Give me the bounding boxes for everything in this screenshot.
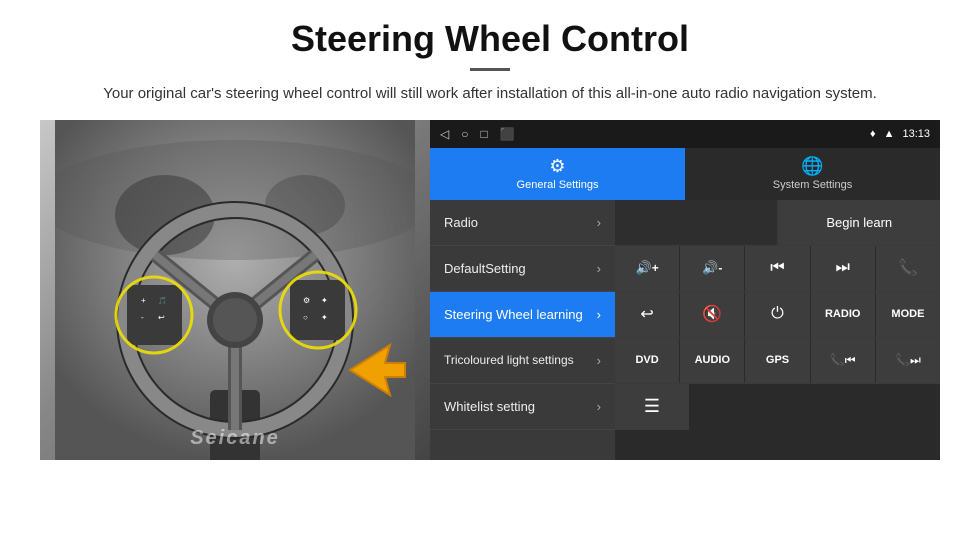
page-subtitle: Your original car's steering wheel contr… — [40, 83, 940, 106]
menu-tricoloured-label: Tricoloured light settings — [444, 353, 574, 367]
svg-text:↩: ↩ — [158, 313, 165, 322]
phone-prev-icon: 📞⏮ — [830, 353, 856, 368]
menu-item-default[interactable]: DefaultSetting › — [430, 246, 615, 292]
next-icon: ⏭ — [836, 259, 850, 277]
chevron-icon: › — [597, 215, 601, 230]
vol-down-icon: 🔊 — [702, 260, 718, 276]
audio-button[interactable]: AUDIO — [680, 338, 745, 383]
page-title: Steering Wheel Control — [40, 18, 940, 60]
location-icon: ♦ — [870, 128, 876, 140]
tab-system-label: System Settings — [773, 179, 852, 191]
status-bar: ◁ ○ □ ⬛ ♦ ▲ 13:13 — [430, 120, 940, 148]
control-row-1: Begin learn — [615, 200, 940, 246]
radio-label: RADIO — [825, 308, 860, 320]
vol-up-button[interactable]: 🔊+ — [615, 246, 680, 291]
prev-icon: ⏮ — [770, 259, 784, 277]
gear-icon: ⚙ — [549, 156, 565, 177]
back-icon: ◁ — [440, 127, 449, 141]
svg-text:+: + — [141, 296, 146, 305]
wifi-icon: ▲ — [884, 128, 895, 140]
content-area: + 🎵 - ↩ ⚙ ✦ ○ ✦ — [40, 120, 940, 460]
mode-label: MODE — [891, 308, 924, 320]
minus-sign: - — [718, 261, 722, 275]
svg-text:⚙: ⚙ — [303, 296, 310, 305]
chevron-icon: › — [597, 307, 601, 322]
menu-item-radio[interactable]: Radio › — [430, 200, 615, 246]
menu-item-tricoloured[interactable]: Tricoloured light settings › — [430, 338, 615, 384]
menu-default-label: DefaultSetting — [444, 261, 526, 276]
phone-button[interactable]: 📞 — [876, 246, 940, 291]
next-track-button[interactable]: ⏭ — [811, 246, 876, 291]
svg-text:-: - — [141, 313, 144, 322]
phone-icon: 📞 — [898, 258, 918, 278]
home-icon: ○ — [461, 127, 468, 141]
control-row-2: 🔊+ 🔊- ⏮ ⏭ 📞 — [615, 246, 940, 292]
tab-bar: ⚙ General Settings 🌐 System Settings — [430, 148, 940, 200]
empty-cell-1 — [615, 200, 778, 245]
vol-up-icon: 🔊 — [636, 260, 652, 276]
menu-list: Radio › DefaultSetting › Steering Wheel … — [430, 200, 615, 460]
menu-radio-label: Radio — [444, 215, 478, 230]
back-call-button[interactable]: ↩ — [615, 292, 680, 337]
power-button[interactable]: ⏻ — [745, 292, 810, 337]
gps-label: GPS — [766, 354, 789, 366]
status-icons-left: ◁ ○ □ ⬛ — [440, 127, 515, 141]
dvd-label: DVD — [635, 354, 658, 366]
chevron-icon: › — [597, 399, 601, 414]
list-icon: ☰ — [644, 396, 660, 417]
control-row-5: ☰ — [615, 384, 940, 430]
chevron-icon: › — [597, 353, 601, 368]
plus-sign: + — [652, 261, 659, 275]
tab-general-label: General Settings — [517, 179, 599, 191]
arrow-indicator — [340, 335, 410, 410]
control-row-4: DVD AUDIO GPS 📞⏮ 📞⏭ — [615, 338, 940, 384]
mode-button[interactable]: MODE — [876, 292, 940, 337]
return-icon: ↩ — [640, 304, 653, 324]
vol-down-button[interactable]: 🔊- — [680, 246, 745, 291]
audio-label: AUDIO — [695, 354, 730, 366]
menu-item-whitelist[interactable]: Whitelist setting › — [430, 384, 615, 430]
power-icon: ⏻ — [771, 305, 784, 323]
menu-item-steering[interactable]: Steering Wheel learning › — [430, 292, 615, 338]
time-display: 13:13 — [902, 128, 930, 140]
list-button[interactable]: ☰ — [615, 384, 690, 430]
recents-icon: □ — [480, 127, 487, 141]
mute-icon: 🔇 — [702, 304, 722, 324]
radio-button[interactable]: RADIO — [811, 292, 876, 337]
menu-icon: ⬛ — [500, 127, 515, 141]
menu-whitelist-label: Whitelist setting — [444, 399, 535, 414]
phone-next-icon: 📞⏭ — [895, 353, 921, 368]
car-image: + 🎵 - ↩ ⚙ ✦ ○ ✦ — [40, 120, 430, 460]
dvd-button[interactable]: DVD — [615, 338, 680, 383]
prev-track-button[interactable]: ⏮ — [745, 246, 810, 291]
begin-learn-button[interactable]: Begin learn — [778, 200, 941, 245]
tab-general[interactable]: ⚙ General Settings — [430, 148, 685, 200]
mute-button[interactable]: 🔇 — [680, 292, 745, 337]
title-divider — [470, 68, 510, 71]
control-row-3: ↩ 🔇 ⏻ RADIO MODE — [615, 292, 940, 338]
globe-icon: 🌐 — [801, 156, 823, 177]
status-icons-right: ♦ ▲ 13:13 — [870, 128, 930, 140]
phone-next-button[interactable]: 📞⏭ — [876, 338, 940, 383]
phone-prev-button[interactable]: 📞⏮ — [811, 338, 876, 383]
chevron-icon: › — [597, 261, 601, 276]
panel-body: Radio › DefaultSetting › Steering Wheel … — [430, 200, 940, 460]
gps-button[interactable]: GPS — [745, 338, 810, 383]
menu-steering-label: Steering Wheel learning — [444, 307, 583, 322]
svg-text:🎵: 🎵 — [158, 296, 167, 305]
svg-text:✦: ✦ — [321, 296, 328, 305]
watermark: Seicane — [190, 427, 280, 450]
ui-panel: ◁ ○ □ ⬛ ♦ ▲ 13:13 ⚙ General Settings — [430, 120, 940, 460]
tab-system[interactable]: 🌐 System Settings — [685, 148, 940, 200]
controls-area: Begin learn 🔊+ 🔊- ⏮ — [615, 200, 940, 460]
svg-text:○: ○ — [303, 313, 308, 322]
svg-text:✦: ✦ — [321, 313, 328, 322]
